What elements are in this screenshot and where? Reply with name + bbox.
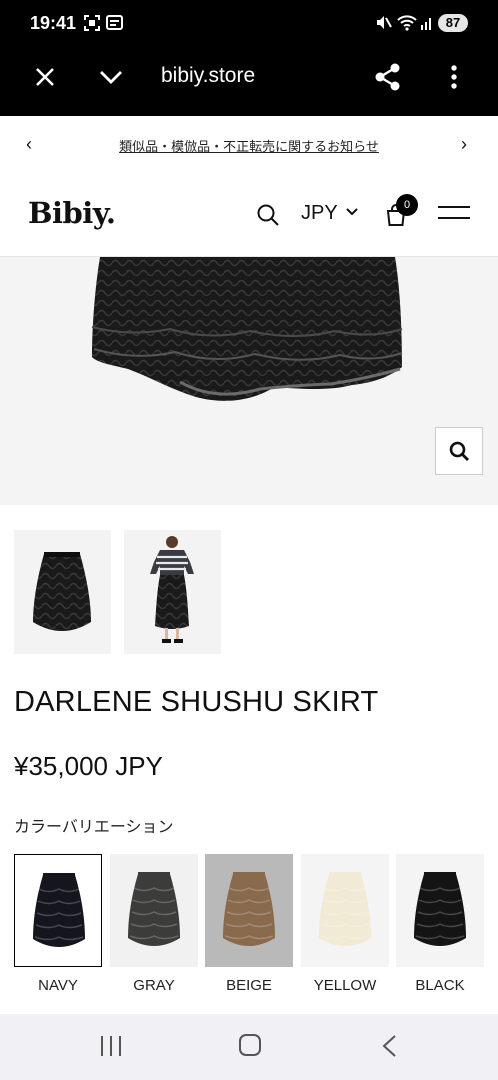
url-text[interactable]: bibiy.store bbox=[161, 64, 255, 88]
announcement-link[interactable]: 類似品・模倣品・不正転売に関するお知らせ bbox=[119, 139, 379, 154]
kebab-icon[interactable] bbox=[449, 64, 459, 90]
swatch-beige[interactable] bbox=[205, 854, 293, 967]
product-price: ¥35,000 JPY bbox=[14, 751, 163, 781]
swatch-navy[interactable] bbox=[14, 854, 102, 967]
logo[interactable]: Bibiy. bbox=[28, 196, 116, 230]
zoom-search-icon bbox=[449, 441, 469, 461]
chevron-down-icon[interactable] bbox=[98, 68, 124, 86]
thumbnail-1[interactable] bbox=[14, 530, 111, 654]
announcement-next-icon[interactable]: › bbox=[461, 134, 467, 155]
swatch-label-gray[interactable]: GRAY bbox=[110, 977, 198, 994]
screenshot-icon bbox=[84, 15, 100, 31]
close-icon[interactable] bbox=[34, 66, 56, 88]
browser-bar: bibiy.store bbox=[0, 48, 498, 116]
chevron-down-icon bbox=[346, 208, 358, 216]
recent-apps-icon[interactable] bbox=[100, 1035, 122, 1057]
back-icon[interactable] bbox=[380, 1034, 398, 1058]
store-header: Bibiy. JPY 0 bbox=[0, 172, 498, 257]
news-icon bbox=[106, 15, 123, 30]
product-main-image[interactable] bbox=[0, 257, 498, 505]
thumbnail-model-image bbox=[150, 536, 194, 643]
product-title: DARLENE SHUSHU SKIRT bbox=[14, 686, 379, 718]
signal-icon bbox=[421, 18, 431, 30]
zoom-button[interactable] bbox=[435, 427, 483, 475]
thumbnail-skirt-image bbox=[33, 552, 91, 631]
swatch-label-navy[interactable]: NAVY bbox=[14, 977, 102, 994]
announcement-bar: ‹ 類似品・模倣品・不正転売に関するお知らせ › bbox=[0, 116, 498, 173]
home-icon[interactable] bbox=[238, 1033, 262, 1057]
color-variation-label: カラーバリエーション bbox=[14, 819, 174, 836]
skirt-image bbox=[91, 257, 403, 401]
swatch-label-beige[interactable]: BEIGE bbox=[205, 977, 293, 994]
mute-icon bbox=[377, 16, 392, 29]
swatch-black[interactable] bbox=[396, 854, 484, 967]
search-icon[interactable] bbox=[256, 203, 280, 227]
status-time: 19:41 bbox=[30, 13, 77, 33]
currency-label: JPY bbox=[301, 202, 338, 224]
swatch-label-yellow[interactable]: YELLOW bbox=[301, 977, 389, 994]
hamburger-menu-icon[interactable] bbox=[438, 205, 470, 221]
swatch-skirt-image bbox=[15, 855, 101, 966]
swatch-skirt-image bbox=[205, 854, 293, 967]
battery-indicator: 87 bbox=[438, 14, 468, 32]
currency-selector[interactable]: JPY bbox=[301, 202, 358, 225]
status-bar: 19:41 87 bbox=[0, 0, 498, 48]
cart-count-badge: 0 bbox=[396, 194, 418, 216]
wifi-icon bbox=[397, 15, 417, 31]
swatch-skirt-image bbox=[301, 854, 389, 967]
system-nav-bar bbox=[0, 1014, 498, 1080]
swatch-yellow[interactable] bbox=[301, 854, 389, 967]
swatch-skirt-image bbox=[396, 854, 484, 967]
swatch-label-black[interactable]: BLACK bbox=[396, 977, 484, 994]
thumbnail-2[interactable] bbox=[124, 530, 221, 654]
share-icon[interactable] bbox=[374, 62, 402, 92]
swatch-gray[interactable] bbox=[110, 854, 198, 967]
swatch-skirt-image bbox=[110, 854, 198, 967]
